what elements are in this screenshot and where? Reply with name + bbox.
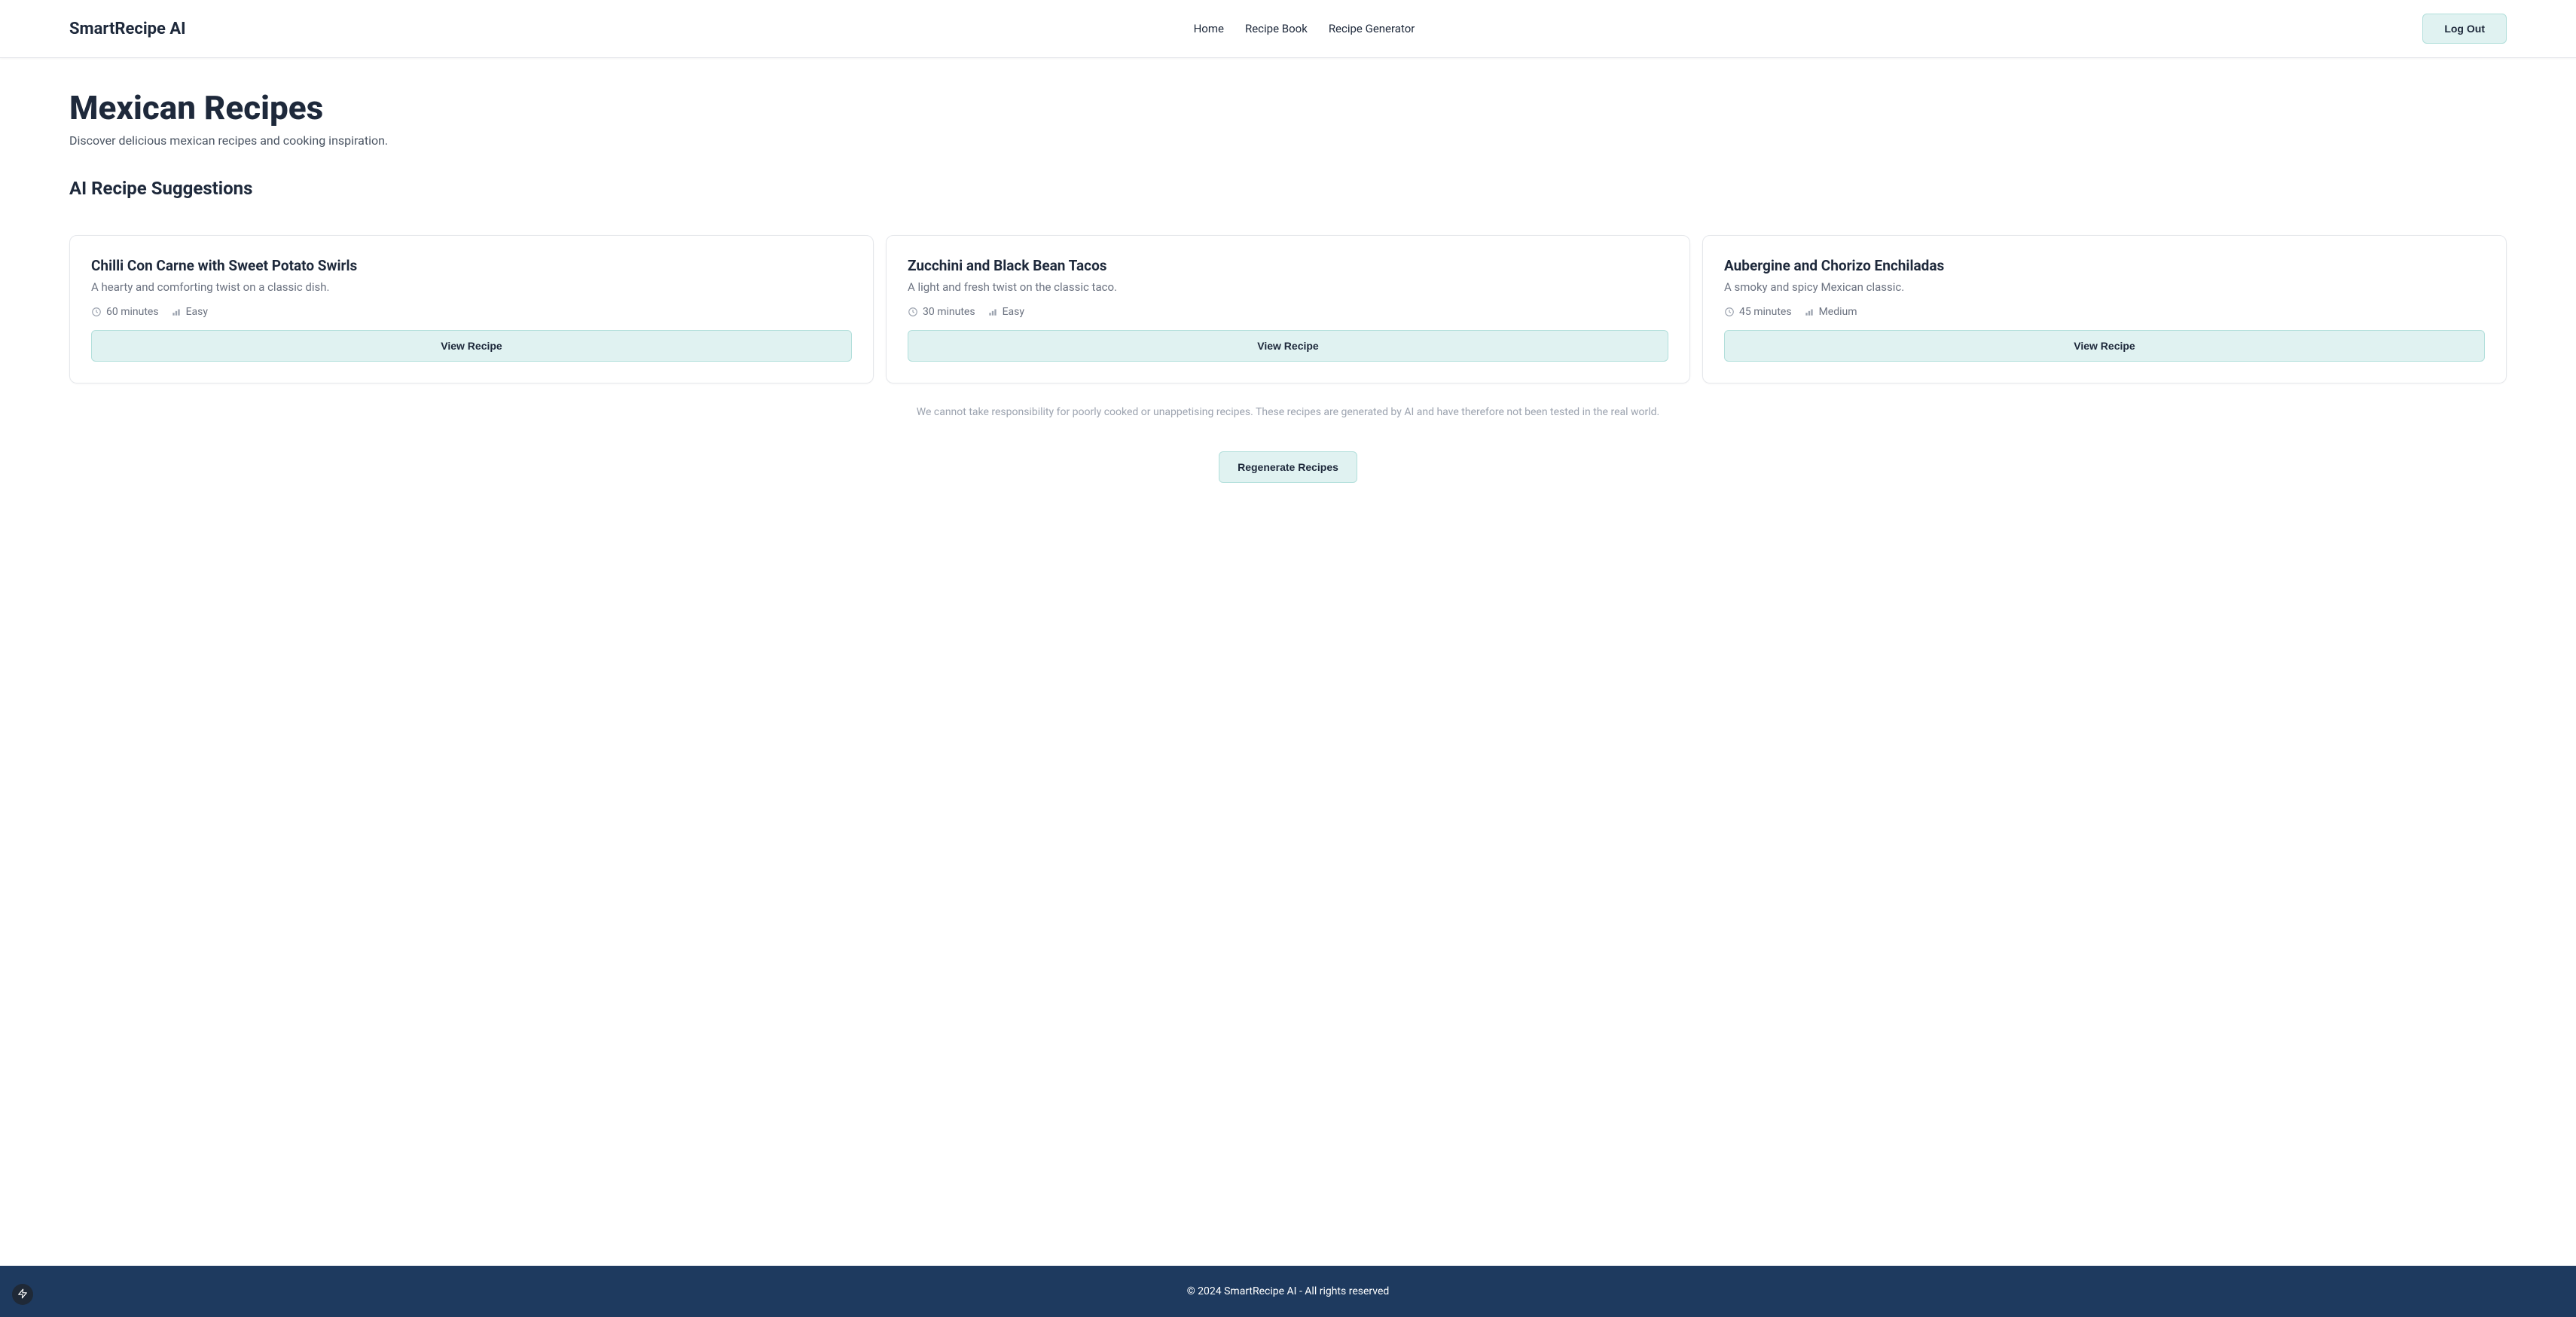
recipe-meta: 45 minutes Medium: [1724, 306, 2485, 318]
section-title: AI Recipe Suggestions: [69, 178, 2507, 199]
recipe-difficulty-text: Medium: [1819, 306, 1857, 318]
main-content: Mexican Recipes Discover delicious mexic…: [0, 58, 2576, 1266]
recipe-time-text: 60 minutes: [106, 306, 159, 318]
nav-home[interactable]: Home: [1194, 22, 1224, 35]
page-title: Mexican Recipes: [69, 88, 2507, 127]
lightning-icon: [17, 1288, 28, 1302]
view-recipe-button[interactable]: View Recipe: [1724, 330, 2485, 362]
recipe-title: Aubergine and Chorizo Enchiladas: [1724, 257, 2485, 274]
recipe-difficulty: Easy: [987, 306, 1024, 318]
nav-recipe-generator[interactable]: Recipe Generator: [1329, 22, 1415, 35]
recipe-title: Chilli Con Carne with Sweet Potato Swirl…: [91, 257, 852, 274]
recipe-description: A smoky and spicy Mexican classic.: [1724, 280, 2485, 294]
recipe-time: 60 minutes: [91, 306, 159, 318]
main-nav: Home Recipe Book Recipe Generator: [1194, 22, 1415, 35]
footer: © 2024 SmartRecipe AI - All rights reser…: [0, 1266, 2576, 1317]
view-recipe-button[interactable]: View Recipe: [91, 330, 852, 362]
recipe-meta: 60 minutes Easy: [91, 306, 852, 318]
page-subtitle: Discover delicious mexican recipes and c…: [69, 133, 2507, 148]
floating-action-button[interactable]: [12, 1284, 33, 1305]
recipe-description: A light and fresh twist on the classic t…: [908, 280, 1668, 294]
regenerate-wrapper: Regenerate Recipes: [69, 451, 2507, 483]
recipe-difficulty-text: Easy: [186, 306, 208, 318]
recipe-time-text: 30 minutes: [923, 306, 975, 318]
recipe-title: Zucchini and Black Bean Tacos: [908, 257, 1668, 274]
clock-icon: [908, 307, 918, 317]
recipe-meta: 30 minutes Easy: [908, 306, 1668, 318]
recipe-difficulty-text: Easy: [1003, 306, 1024, 318]
view-recipe-button[interactable]: View Recipe: [908, 330, 1668, 362]
bar-chart-icon: [171, 307, 182, 317]
recipe-card: Chilli Con Carne with Sweet Potato Swirl…: [69, 235, 874, 383]
header: SmartRecipe AI Home Recipe Book Recipe G…: [0, 0, 2576, 58]
footer-text: © 2024 SmartRecipe AI - All rights reser…: [1187, 1285, 1390, 1297]
recipe-difficulty: Medium: [1804, 306, 1857, 318]
regenerate-button[interactable]: Regenerate Recipes: [1219, 451, 1357, 483]
recipe-difficulty: Easy: [171, 306, 208, 318]
logout-button[interactable]: Log Out: [2422, 14, 2507, 44]
recipe-time-text: 45 minutes: [1739, 306, 1792, 318]
bar-chart-icon: [1804, 307, 1814, 317]
bar-chart-icon: [987, 307, 998, 317]
recipe-time: 30 minutes: [908, 306, 975, 318]
recipe-card: Aubergine and Chorizo Enchiladas A smoky…: [1702, 235, 2507, 383]
recipe-description: A hearty and comforting twist on a class…: [91, 280, 852, 294]
disclaimer-text: We cannot take responsibility for poorly…: [69, 406, 2507, 418]
clock-icon: [91, 307, 102, 317]
nav-recipe-book[interactable]: Recipe Book: [1245, 22, 1308, 35]
recipe-time: 45 minutes: [1724, 306, 1792, 318]
clock-icon: [1724, 307, 1735, 317]
recipe-card: Zucchini and Black Bean Tacos A light an…: [886, 235, 1690, 383]
recipe-cards: Chilli Con Carne with Sweet Potato Swirl…: [69, 235, 2507, 383]
logo[interactable]: SmartRecipe AI: [69, 20, 186, 38]
